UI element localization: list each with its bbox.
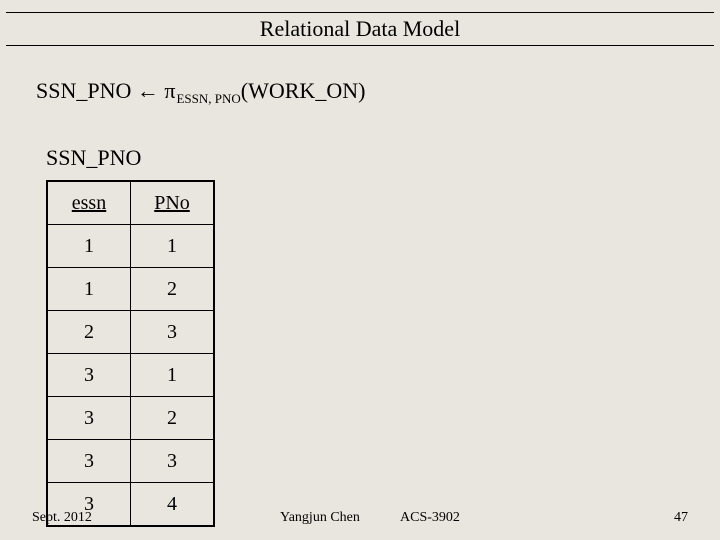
footer-page-number: 47 bbox=[674, 510, 688, 526]
expr-lhs: SSN_PNO bbox=[36, 78, 131, 103]
table-cell: 3 bbox=[47, 397, 131, 440]
table-cell: 3 bbox=[131, 311, 215, 354]
col-header-essn: essn bbox=[47, 181, 131, 225]
table-row: 31 bbox=[47, 354, 214, 397]
table-cell: 3 bbox=[47, 440, 131, 483]
footer-date: Sept. 2012 bbox=[32, 510, 92, 526]
left-arrow-icon: ← bbox=[137, 78, 159, 103]
relation-name: SSN_PNO bbox=[46, 145, 141, 171]
table-cell: 1 bbox=[47, 225, 131, 268]
projection-expression: SSN_PNO ← πESSN, PNO(WORK_ON) bbox=[36, 78, 365, 107]
table-cell: 2 bbox=[47, 311, 131, 354]
expr-argument: (WORK_ON) bbox=[241, 78, 366, 103]
footer-course: ACS-3902 bbox=[400, 510, 460, 526]
col-header-pno: PNo bbox=[131, 181, 215, 225]
table-row: 23 bbox=[47, 311, 214, 354]
result-table: essn PNo 11122331323334 bbox=[46, 180, 215, 527]
table-row: 32 bbox=[47, 397, 214, 440]
table-cell: 1 bbox=[47, 268, 131, 311]
table-header-row: essn PNo bbox=[47, 181, 214, 225]
table-cell: 3 bbox=[47, 354, 131, 397]
footer-author: Yangjun Chen bbox=[280, 510, 360, 526]
expr-subscript: ESSN, PNO bbox=[176, 91, 240, 106]
table-cell: 1 bbox=[131, 354, 215, 397]
table-cell: 1 bbox=[131, 225, 215, 268]
page-title: Relational Data Model bbox=[6, 12, 714, 46]
pi-symbol: π bbox=[164, 78, 175, 103]
table-row: 11 bbox=[47, 225, 214, 268]
table-row: 33 bbox=[47, 440, 214, 483]
table-row: 12 bbox=[47, 268, 214, 311]
footer: Sept. 2012 Yangjun Chen ACS-3902 47 bbox=[0, 510, 720, 530]
table-cell: 2 bbox=[131, 397, 215, 440]
table-cell: 2 bbox=[131, 268, 215, 311]
table-cell: 3 bbox=[131, 440, 215, 483]
